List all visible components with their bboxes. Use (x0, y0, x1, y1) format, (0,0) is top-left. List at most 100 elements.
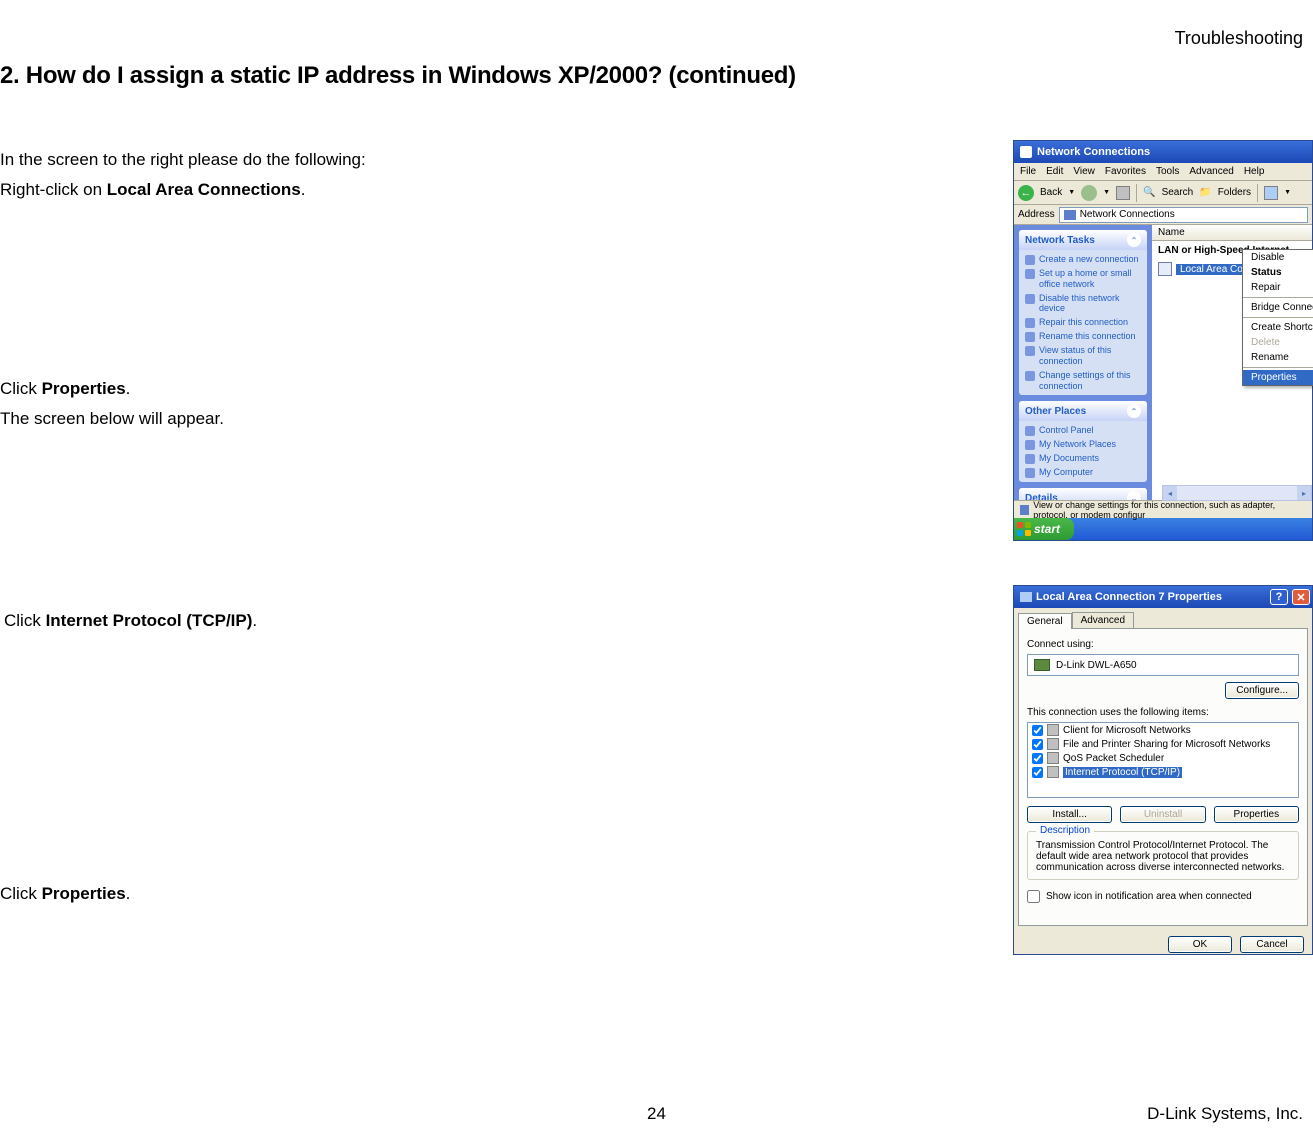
components-listbox[interactable]: Client for Microsoft Networks File and P… (1027, 722, 1299, 798)
separator (1136, 184, 1137, 202)
chevron-up-icon[interactable]: ⌃ (1127, 404, 1141, 418)
column-header-name[interactable]: Name (1152, 225, 1312, 241)
checkbox[interactable] (1032, 725, 1043, 736)
tasks-sidebar: Network Tasks ⌃ Create a new connection S… (1014, 225, 1152, 500)
context-menu: Disable Status Repair Bridge Connections… (1242, 249, 1313, 386)
window-title: Network Connections (1037, 146, 1150, 158)
task-item[interactable]: Change settings of this connection (1025, 370, 1141, 392)
menu-advanced[interactable]: Advanced (1189, 166, 1233, 177)
back-label[interactable]: Back (1040, 187, 1062, 198)
component-icon (1047, 738, 1059, 750)
connection-label: Local Area Con (1176, 264, 1252, 275)
back-dropdown-icon[interactable]: ▼ (1068, 189, 1075, 196)
task-label: Create a new connection (1039, 254, 1139, 265)
scroll-right-icon[interactable]: ▸ (1297, 486, 1311, 500)
menu-item-properties[interactable]: Properties (1243, 370, 1313, 385)
menu-item-shortcut[interactable]: Create Shortcut (1243, 320, 1313, 335)
panel-title: Other Places (1025, 406, 1086, 417)
place-item[interactable]: Control Panel (1025, 425, 1141, 436)
component-label: QoS Packet Scheduler (1063, 753, 1164, 764)
window-titlebar[interactable]: Network Connections (1014, 141, 1312, 163)
component-label: File and Printer Sharing for Microsoft N… (1063, 739, 1270, 750)
task-item[interactable]: Create a new connection (1025, 254, 1141, 265)
task-item[interactable]: Set up a home or small office network (1025, 268, 1141, 290)
show-icon-checkbox[interactable] (1027, 890, 1040, 903)
install-button[interactable]: Install... (1027, 806, 1112, 823)
up-icon[interactable] (1116, 186, 1130, 200)
place-icon (1025, 440, 1035, 450)
back-icon[interactable]: ← (1018, 185, 1034, 201)
text-bold: Properties (42, 379, 126, 398)
scroll-left-icon[interactable]: ◂ (1163, 486, 1177, 500)
checkbox[interactable] (1032, 767, 1043, 778)
forward-dropdown-icon[interactable]: ▼ (1103, 189, 1110, 196)
list-item-selected[interactable]: Internet Protocol (TCP/IP) (1028, 765, 1298, 779)
task-item[interactable]: Rename this connection (1025, 331, 1141, 342)
tab-general[interactable]: General (1018, 613, 1072, 629)
help-button[interactable]: ? (1270, 589, 1288, 605)
text: Click (0, 379, 42, 398)
views-icon[interactable] (1264, 186, 1278, 200)
panel-other-places: Other Places ⌃ Control Panel My Network P… (1019, 401, 1147, 482)
text: . (252, 611, 257, 630)
text: . (301, 180, 306, 199)
status-bar: ◂ ▸ View or change settings for this con… (1014, 500, 1312, 518)
instruction-6: Click Properties. (0, 881, 130, 907)
tab-advanced[interactable]: Advanced (1072, 612, 1134, 628)
app-icon (1020, 146, 1032, 158)
task-item[interactable]: View status of this connection (1025, 345, 1141, 367)
text: . (126, 884, 131, 903)
search-label[interactable]: Search (1162, 187, 1194, 198)
panel-title: Network Tasks (1025, 235, 1095, 246)
menu-item-label: Status (1251, 267, 1282, 278)
views-dropdown-icon[interactable]: ▼ (1284, 189, 1291, 196)
adapter-name: D-Link DWL-A650 (1056, 660, 1137, 671)
horizontal-scrollbar[interactable]: ◂ ▸ (1162, 485, 1312, 501)
dialog-titlebar[interactable]: Local Area Connection 7 Properties ? ✕ (1014, 586, 1312, 608)
configure-button[interactable]: Configure... (1225, 682, 1299, 699)
list-item[interactable]: Client for Microsoft Networks (1028, 723, 1298, 737)
menu-help[interactable]: Help (1244, 166, 1265, 177)
ok-button[interactable]: OK (1168, 936, 1232, 953)
task-item[interactable]: Disable this network device (1025, 293, 1141, 315)
task-icon (1025, 332, 1035, 342)
menu-item-status[interactable]: Status (1243, 265, 1313, 280)
menu-tools[interactable]: Tools (1156, 166, 1179, 177)
checkbox[interactable] (1032, 753, 1043, 764)
task-item[interactable]: Repair this connection (1025, 317, 1141, 328)
tab-body: Connect using: D-Link DWL-A650 Configure… (1018, 628, 1308, 926)
show-icon-row[interactable]: Show icon in notification area when conn… (1027, 890, 1299, 903)
checkbox[interactable] (1032, 739, 1043, 750)
chevron-up-icon[interactable]: ⌃ (1127, 233, 1141, 247)
forward-icon[interactable] (1081, 185, 1097, 201)
menu-edit[interactable]: Edit (1046, 166, 1063, 177)
text-bold: Internet Protocol (TCP/IP) (46, 611, 253, 630)
task-label: View status of this connection (1039, 345, 1141, 367)
properties-button[interactable]: Properties (1214, 806, 1299, 823)
menu-file[interactable]: File (1020, 166, 1036, 177)
place-label: My Documents (1039, 453, 1099, 464)
panel-header[interactable]: Network Tasks ⌃ (1019, 230, 1147, 250)
address-field[interactable]: Network Connections (1059, 207, 1308, 223)
close-button[interactable]: ✕ (1292, 589, 1310, 605)
start-button[interactable]: start (1014, 518, 1074, 540)
panel-header[interactable]: Other Places ⌃ (1019, 401, 1147, 421)
menu-item-repair[interactable]: Repair (1243, 280, 1313, 295)
menu-item-rename[interactable]: Rename (1243, 350, 1313, 365)
place-item[interactable]: My Computer (1025, 467, 1141, 478)
folders-icon[interactable]: 📁 (1199, 187, 1211, 198)
address-value: Network Connections (1080, 209, 1175, 220)
place-item[interactable]: My Network Places (1025, 439, 1141, 450)
cancel-button[interactable]: Cancel (1240, 936, 1304, 953)
folders-label[interactable]: Folders (1218, 187, 1251, 198)
place-item[interactable]: My Documents (1025, 453, 1141, 464)
list-item[interactable]: QoS Packet Scheduler (1028, 751, 1298, 765)
instruction-1: In the screen to the right please do the… (0, 147, 366, 173)
start-label: start (1034, 522, 1060, 536)
menu-item-disable[interactable]: Disable (1243, 250, 1313, 265)
list-item[interactable]: File and Printer Sharing for Microsoft N… (1028, 737, 1298, 751)
search-icon[interactable]: 🔍 (1143, 187, 1155, 198)
menu-favorites[interactable]: Favorites (1105, 166, 1146, 177)
menu-view[interactable]: View (1073, 166, 1095, 177)
menu-item-bridge[interactable]: Bridge Connections (1243, 300, 1313, 315)
